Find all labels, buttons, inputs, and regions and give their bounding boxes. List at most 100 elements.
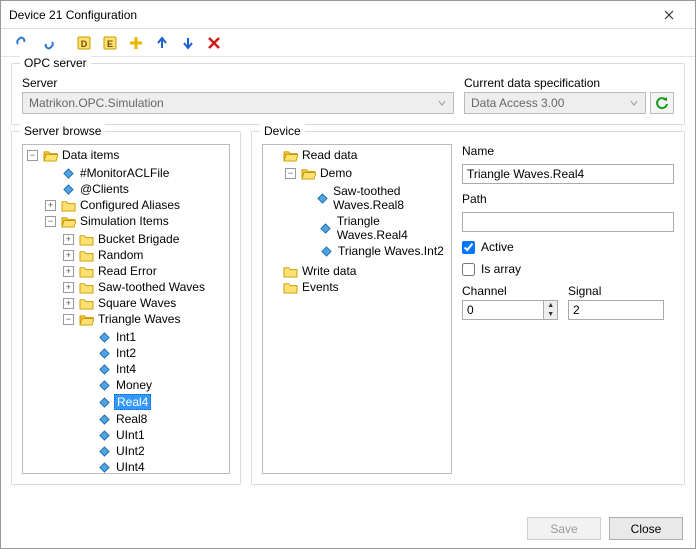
tag-icon [318, 221, 333, 235]
toolbar-up-button[interactable] [151, 32, 173, 54]
active-checkbox[interactable] [462, 241, 475, 254]
tree-expander [81, 397, 92, 408]
tree-item-label: #MonitorACLFile [78, 166, 171, 180]
channel-stepper[interactable]: ▲▼ [462, 300, 558, 320]
toolbar-disconnect-button[interactable] [37, 32, 59, 54]
channel-input[interactable] [463, 301, 543, 319]
active-checkbox-label: Active [481, 240, 514, 254]
tree-expander[interactable]: − [285, 168, 296, 179]
tree-expander[interactable]: − [63, 314, 74, 325]
window-close-button[interactable] [651, 3, 687, 27]
tree-item-label: @Clients [78, 182, 131, 196]
tree-expander [267, 282, 278, 293]
tree-expander[interactable]: + [63, 266, 74, 277]
signal-field[interactable] [568, 300, 664, 320]
tree-expander [303, 246, 314, 257]
server-combo[interactable]: Matrikon.OPC.Simulation [22, 92, 454, 114]
tag-icon [96, 346, 112, 360]
tree-item[interactable]: Triangle Waves.Int2 [303, 243, 451, 259]
path-label: Path [462, 192, 674, 206]
tree-folder[interactable]: + Saw-toothed Waves [63, 279, 229, 295]
tree-item[interactable]: @Clients [45, 181, 229, 197]
tag-icon [96, 362, 112, 376]
tag-icon [96, 412, 112, 426]
toolbar-add-button[interactable] [125, 32, 147, 54]
channel-spin-buttons[interactable]: ▲▼ [543, 301, 557, 319]
tree-folder[interactable]: Events [267, 279, 451, 295]
refresh-button[interactable] [650, 92, 674, 114]
toolbar-down-button[interactable] [177, 32, 199, 54]
chevron-down-icon [627, 96, 641, 110]
device-form: Name Path Active Is array Channel [452, 144, 674, 474]
folder-icon [78, 264, 94, 278]
tree-item[interactable]: Int1 [81, 329, 229, 345]
tree-folder[interactable]: +Bucket Brigade [63, 231, 229, 247]
toolbar-connect-button[interactable] [11, 32, 33, 54]
tree-expander[interactable]: − [45, 216, 56, 227]
path-field[interactable] [462, 212, 674, 232]
tree-item[interactable]: Int4 [81, 361, 229, 377]
tree-folder[interactable]: −Data items [27, 147, 229, 163]
spin-down-icon[interactable]: ▼ [544, 310, 557, 319]
tree-item-label: Configured Aliases [78, 198, 182, 212]
device-tree[interactable]: Read data−DemoSaw-toothed Waves.Real8Tri… [262, 144, 452, 474]
tree-folder[interactable]: Read data [267, 147, 451, 163]
tree-folder[interactable]: + Random [63, 247, 229, 263]
close-button[interactable]: Close [609, 517, 683, 540]
tree-item[interactable]: UInt1 [81, 427, 229, 443]
toolbar-delete-button[interactable] [203, 32, 225, 54]
tree-folder[interactable]: + Configured Aliases [45, 197, 229, 213]
tree-expander[interactable]: + [63, 234, 74, 245]
spec-label: Current data specification [464, 76, 674, 90]
dialog-footer: Save Close [527, 517, 683, 540]
folder-open-icon [78, 312, 94, 326]
plus-icon [128, 35, 144, 51]
tree-item-label: Int4 [114, 362, 138, 376]
server-browse-legend: Server browse [20, 124, 105, 138]
folder-icon [78, 248, 94, 262]
tree-expander[interactable]: + [63, 250, 74, 261]
spec-combo[interactable]: Data Access 3.00 [464, 92, 646, 114]
tree-item-label: UInt4 [114, 460, 147, 474]
tree-expander[interactable]: + [45, 200, 56, 211]
tree-item[interactable]: Saw-toothed Waves.Real8 [303, 183, 451, 213]
tree-item-label: Saw-toothed Waves [96, 280, 207, 294]
tree-item-label: Money [114, 378, 154, 392]
tree-expander[interactable]: + [63, 298, 74, 309]
opc-server-group: OPC server Server Matrikon.OPC.Simulatio… [11, 63, 685, 125]
tree-folder[interactable]: +Square Waves [63, 295, 229, 311]
tree-folder[interactable]: −Simulation Items [45, 213, 229, 229]
toolbar-doc-e-button[interactable]: E [99, 32, 121, 54]
tree-expander[interactable]: + [63, 282, 74, 293]
tree-item[interactable]: Money [81, 377, 229, 393]
tree-folder[interactable]: Write data [267, 263, 451, 279]
tree-item[interactable]: UInt4 [81, 459, 229, 474]
toolbar-doc-d-button[interactable]: D [73, 32, 95, 54]
tree-item[interactable]: Int2 [81, 345, 229, 361]
tree-folder[interactable]: +Read Error [63, 263, 229, 279]
isarray-checkbox[interactable] [462, 263, 475, 276]
tag-icon [96, 330, 112, 344]
tree-folder[interactable]: − Triangle Waves [63, 311, 229, 327]
tree-item-label: Real8 [114, 412, 149, 426]
folder-open-icon [300, 166, 316, 180]
folder-open-icon [60, 214, 76, 228]
tree-expander[interactable]: − [27, 150, 38, 161]
tree-item[interactable]: Real4 [81, 393, 229, 411]
signal-label: Signal [568, 284, 664, 298]
server-tree[interactable]: −Data items #MonitorACLFile @Clients + Confi… [22, 144, 230, 474]
save-button[interactable]: Save [527, 517, 601, 540]
name-field[interactable] [462, 164, 674, 184]
tree-item[interactable]: UInt2 [81, 443, 229, 459]
tree-item-label: Random [96, 248, 145, 262]
tree-item[interactable]: Real8 [81, 411, 229, 427]
folder-icon [282, 264, 298, 278]
tag-icon [96, 378, 112, 392]
isarray-checkbox-label: Is array [481, 262, 521, 276]
spin-up-icon[interactable]: ▲ [544, 301, 557, 310]
tree-expander [267, 150, 278, 161]
tree-item[interactable]: #MonitorACLFile [45, 165, 229, 181]
tree-item[interactable]: Triangle Waves.Real4 [303, 213, 451, 243]
tree-item-label: Triangle Waves [96, 312, 182, 326]
tree-folder[interactable]: −Demo [285, 165, 451, 181]
